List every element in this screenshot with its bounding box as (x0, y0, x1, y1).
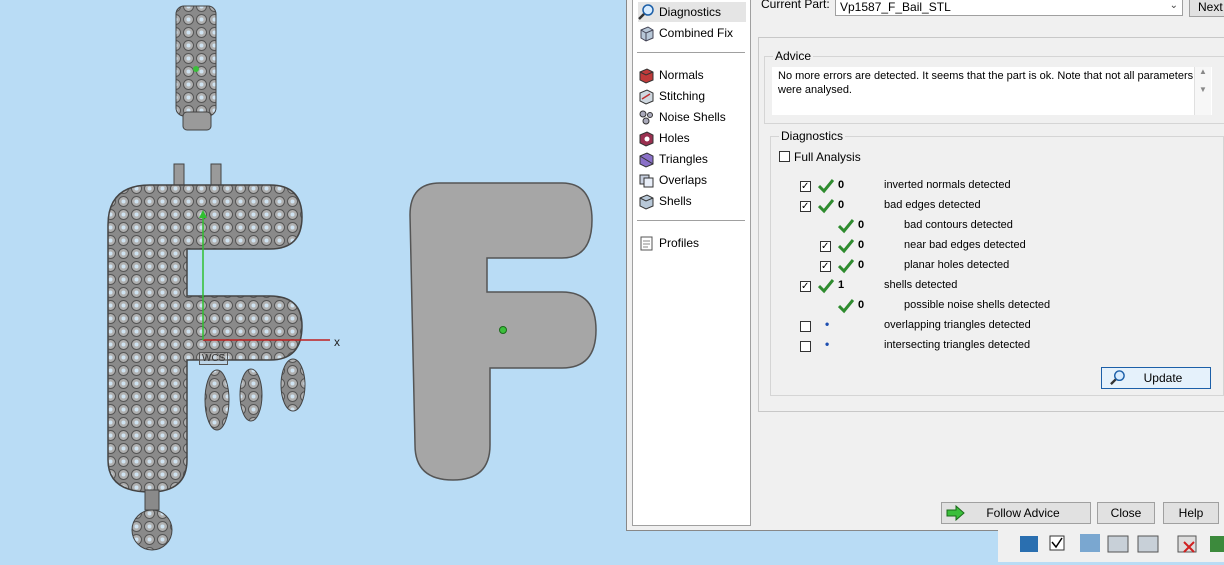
full-analysis-checkbox[interactable] (779, 151, 790, 162)
nav-item-label: Overlaps (659, 173, 708, 187)
nav-item-diagnostics[interactable]: Diagnostics (638, 2, 746, 22)
wcs-label: WCS (199, 352, 229, 365)
diag-label: near bad edges detected (904, 239, 1026, 251)
diag-count: 0 (838, 179, 845, 191)
check-mark-icon (838, 219, 854, 234)
nav-item-combined-fix[interactable]: Combined Fix (638, 23, 746, 43)
shells-icon (639, 193, 654, 210)
diag-label: bad edges detected (884, 199, 981, 211)
fix-nav-panel: Diagnostics Combined Fix Normals Stitchi… (632, 0, 751, 526)
model-view (107, 5, 597, 551)
next-button[interactable]: Next (1189, 0, 1224, 17)
diag-count: 1 (838, 279, 845, 291)
diag-label: intersecting triangles detected (884, 339, 1031, 351)
check-mark-icon (838, 259, 854, 274)
diag-checkbox-shells[interactable] (800, 281, 811, 292)
diag-label: possible noise shells detected (904, 299, 1051, 311)
nav-item-normals[interactable]: Normals (638, 65, 746, 85)
current-part-select[interactable]: Vp1587_F_Bail_STL ⌄ (835, 0, 1183, 16)
current-part-label: Current Part: (761, 0, 830, 11)
magnifier-icon (1110, 370, 1125, 385)
nav-item-shells[interactable]: Shells (638, 191, 746, 211)
diag-label: shells detected (884, 279, 958, 291)
update-label: Update (1143, 371, 1183, 385)
toolbar-icons (1020, 534, 1224, 553)
close-button[interactable]: Close (1097, 502, 1155, 524)
fix-wizard-dialog: Diagnostics Combined Fix Normals Stitchi… (626, 0, 1224, 531)
nav-divider (637, 52, 745, 53)
diag-count: 0 (858, 239, 865, 251)
triangles-icon (639, 151, 654, 168)
nav-item-noise-shells[interactable]: Noise Shells (638, 107, 746, 127)
nav-item-label: Stitching (659, 89, 706, 103)
nav-item-label: Profiles (659, 236, 700, 250)
advice-text: No more errors are detected. It seems th… (772, 67, 1212, 115)
nav-item-label: Noise Shells (659, 110, 726, 124)
diag-count: 0 (858, 219, 865, 231)
nav-item-label: Shells (659, 194, 692, 208)
help-button[interactable]: Help (1163, 502, 1219, 524)
check-mark-icon (818, 199, 834, 214)
arrow-right-icon (946, 505, 965, 521)
pending-dot-icon: • (825, 317, 830, 331)
stitching-icon (639, 88, 654, 105)
nav-item-holes[interactable]: Holes (638, 128, 746, 148)
follow-advice-button[interactable]: Follow Advice (941, 502, 1091, 524)
check-mark-icon (818, 179, 834, 194)
diag-label: overlapping triangles detected (884, 319, 1031, 331)
nav-item-label: Combined Fix (659, 26, 734, 40)
diag-count: 0 (838, 199, 845, 211)
diag-checkbox-bad-edges[interactable] (800, 201, 811, 212)
bail-model (175, 5, 217, 131)
advice-title: Advice (773, 49, 814, 63)
nav-item-label: Diagnostics (659, 5, 722, 19)
diagnostics-title: Diagnostics (779, 129, 846, 143)
nav-item-label: Triangles (659, 152, 708, 166)
bottom-toolbar (998, 530, 1224, 562)
normals-icon (639, 67, 654, 84)
diag-checkbox-intersecting-triangles[interactable] (800, 341, 811, 352)
nav-divider (637, 220, 745, 221)
nav-item-profiles[interactable]: Profiles (638, 233, 746, 253)
full-analysis-label: Full Analysis (794, 150, 861, 164)
chevron-down-icon: ⌄ (1169, 0, 1178, 11)
noise-shells-icon (639, 110, 653, 124)
check-mark-icon (818, 279, 834, 294)
check-mark-icon (838, 299, 854, 314)
cube-icon (640, 25, 654, 42)
update-button[interactable]: Update (1101, 367, 1211, 389)
diag-checkbox-overlapping-triangles[interactable] (800, 321, 811, 332)
overlaps-icon (639, 174, 654, 187)
follow-advice-label: Follow Advice (986, 506, 1060, 520)
profiles-icon (640, 236, 653, 250)
3d-viewport[interactable]: x WCS (0, 0, 626, 562)
diag-label: bad contours detected (904, 219, 1013, 231)
advice-scrollbar[interactable]: ▲ ▼ (1194, 67, 1211, 115)
nav-item-label: Holes (659, 131, 690, 145)
diag-checkbox-inverted-normals[interactable] (800, 181, 811, 192)
holes-icon (639, 130, 654, 147)
x-axis-label: x (334, 335, 340, 349)
nav-item-label: Normals (659, 68, 704, 82)
pending-dot-icon: • (825, 337, 830, 351)
diag-checkbox-planar-holes[interactable] (820, 261, 831, 272)
nav-item-stitching[interactable]: Stitching (638, 86, 746, 106)
check-mark-icon (838, 239, 854, 254)
diag-label: planar holes detected (904, 259, 1010, 271)
current-part-value: Vp1587_F_Bail_STL (840, 0, 951, 14)
diag-count: 0 (858, 299, 865, 311)
diag-count: 0 (858, 259, 865, 271)
nav-item-overlaps[interactable]: Overlaps (638, 170, 746, 190)
nav-item-triangles[interactable]: Triangles (638, 149, 746, 169)
diag-checkbox-near-bad-edges[interactable] (820, 241, 831, 252)
diag-label: inverted normals detected (884, 179, 1011, 191)
magnifier-icon (638, 3, 654, 20)
